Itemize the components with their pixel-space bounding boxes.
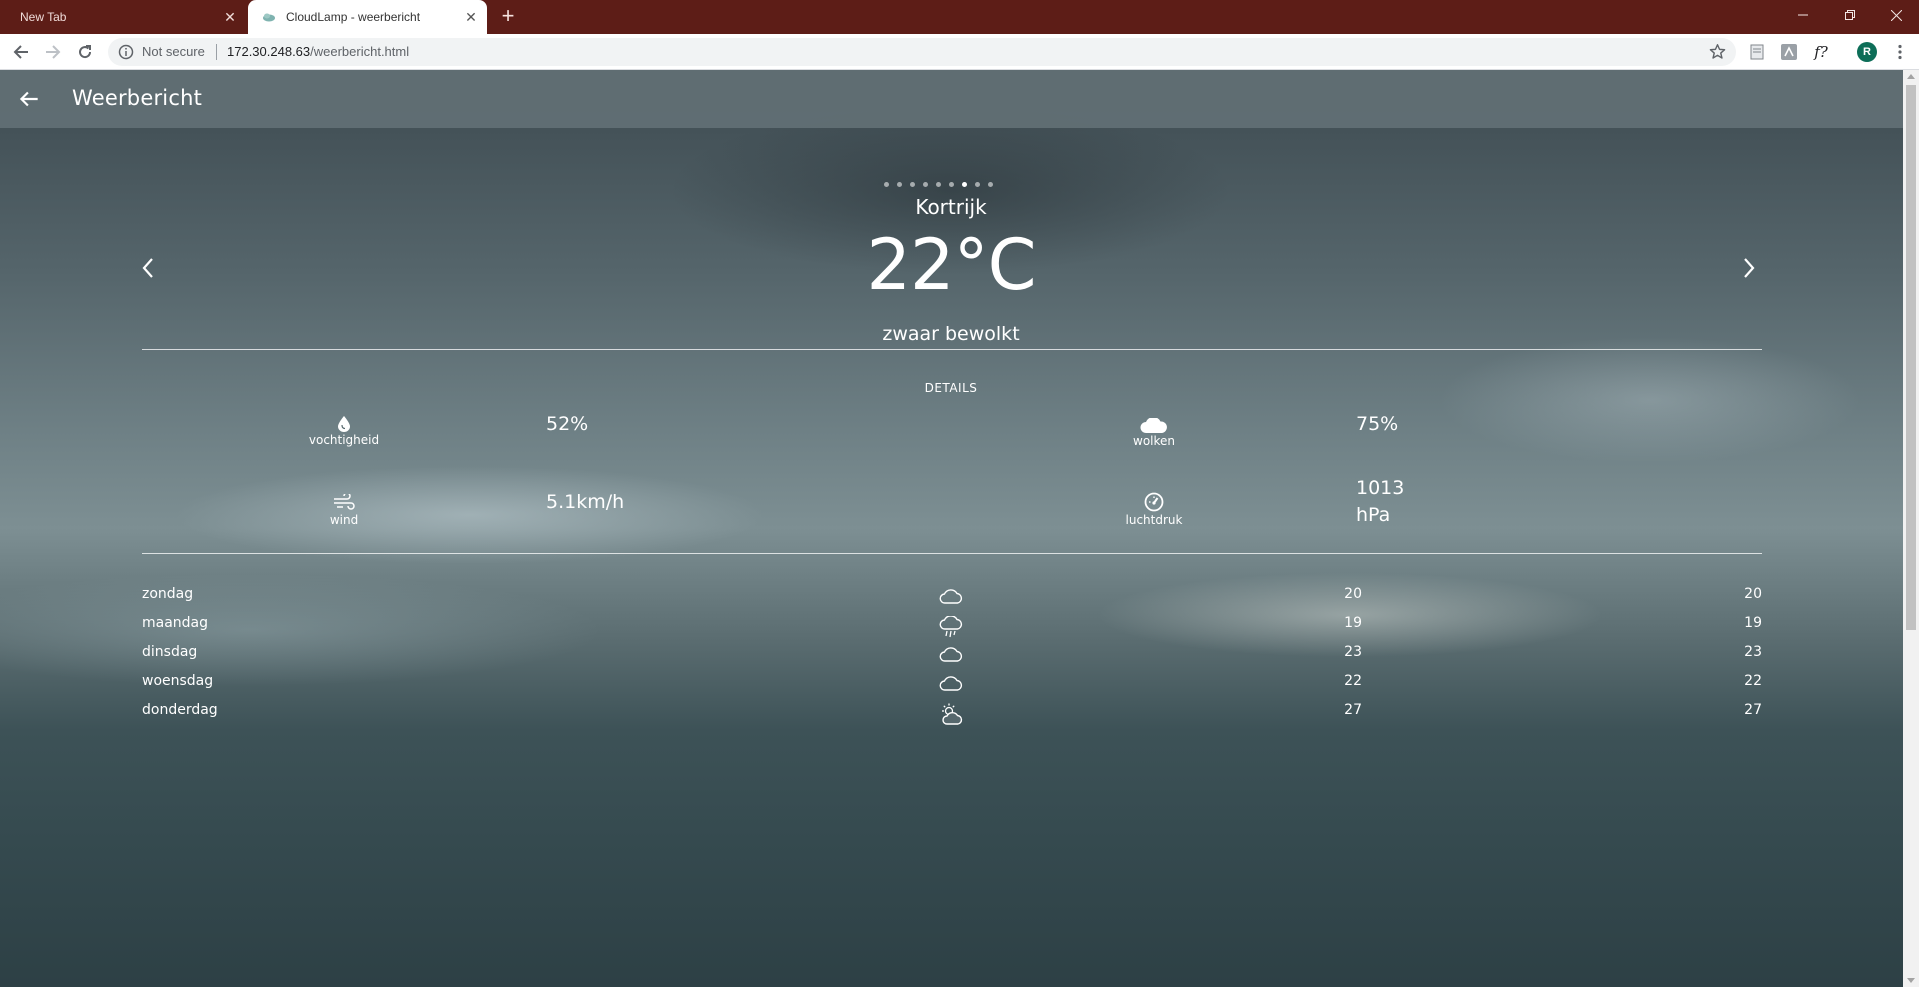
tab-close-icon[interactable]: ✕ (222, 9, 238, 25)
sun-behind-cloud-icon (939, 703, 963, 725)
divider (142, 553, 1762, 554)
info-icon[interactable] (118, 44, 134, 60)
cloud-icon (939, 587, 963, 609)
pressure-unit: hPa (1356, 504, 1391, 526)
carousel-dot[interactable] (975, 182, 980, 187)
wind-icon (334, 494, 355, 510)
tab-title: CloudLamp - weerbericht (286, 10, 421, 24)
carousel-dot[interactable] (936, 182, 941, 187)
forecast-min-temp: 23 (1344, 644, 1362, 660)
city-name: Kortrijk (915, 195, 987, 219)
carousel-dot[interactable] (897, 182, 902, 187)
restore-icon[interactable] (1827, 0, 1873, 30)
forecast-day: maandag (142, 615, 209, 631)
wind-label: wind (329, 513, 359, 527)
forecast-min-temp: 20 (1344, 586, 1362, 602)
rain-cloud-icon (939, 615, 963, 638)
minimize-icon[interactable] (1780, 0, 1826, 30)
water-drop-icon (338, 416, 350, 432)
gauge-icon (1144, 492, 1164, 512)
tab-new-tab[interactable]: New Tab ✕ (0, 0, 246, 34)
carousel-dot[interactable] (923, 182, 928, 187)
cloudlamp-favicon-icon (263, 13, 275, 22)
scroll-up-arrow-icon[interactable] (1907, 74, 1915, 79)
scroll-down-arrow-icon[interactable] (1907, 978, 1915, 983)
scrollbar-thumb[interactable] (1906, 85, 1916, 630)
pressure-label: luchtdruk (1125, 513, 1183, 527)
page-title: Weerbericht (72, 86, 203, 110)
pressure-number: 1013 (1356, 477, 1405, 499)
app-bar: Weerbericht (0, 70, 1903, 128)
next-city-chevron-icon[interactable] (1731, 250, 1767, 286)
forecast-day: donderdag (142, 702, 218, 718)
reload-icon[interactable] (73, 40, 97, 64)
address-bar[interactable]: Not secure 172.30.248.63/weerbericht.htm… (108, 38, 1736, 66)
forecast-min-temp: 27 (1344, 702, 1362, 718)
formula-icon[interactable]: f? (1812, 43, 1830, 61)
forecast-day: zondag (142, 586, 194, 602)
forecast-max-temp: 22 (1744, 673, 1762, 689)
clouds-value: 75% (1356, 413, 1399, 435)
document-icon[interactable] (1748, 43, 1766, 61)
forecast-max-temp: 27 (1744, 702, 1762, 718)
tab-cloudlamp[interactable]: CloudLamp - weerbericht ✕ (248, 0, 487, 34)
clouds-label: wolken (1133, 434, 1175, 448)
divider (142, 349, 1762, 350)
carousel-dot[interactable] (884, 182, 889, 187)
translate-icon[interactable] (1780, 43, 1798, 61)
new-tab-plus-icon[interactable]: + (496, 5, 520, 29)
url-text[interactable]: 172.30.248.63/weerbericht.html (227, 44, 409, 59)
forecast-day: dinsdag (142, 644, 198, 660)
weather-page: Weerbericht Kortrijk 22°C zwaar bewolkt … (0, 70, 1903, 987)
bookmark-star-icon[interactable] (1709, 43, 1726, 60)
details-heading: DETAILS (924, 381, 978, 395)
pressure-value: 1013 hPa (1356, 475, 1404, 529)
forward-arrow-icon[interactable] (41, 40, 65, 64)
forecast-max-temp: 19 (1744, 615, 1762, 631)
current-temperature: 22°C (866, 224, 1037, 306)
forecast-min-temp: 22 (1344, 673, 1362, 689)
tab-close-icon[interactable]: ✕ (463, 9, 479, 25)
cloud-icon (939, 674, 963, 696)
carousel-dot[interactable] (962, 182, 967, 187)
cloud-icon (939, 645, 963, 667)
forecast-max-temp: 23 (1744, 644, 1762, 660)
avatar[interactable]: R (1857, 42, 1877, 62)
more-menu-icon[interactable] (1890, 42, 1910, 62)
humidity-value: 52% (546, 413, 589, 435)
page-scrollbar[interactable] (1903, 70, 1919, 987)
forecast-day: woensdag (142, 673, 214, 689)
forecast-max-temp: 20 (1744, 586, 1762, 602)
weather-description: zwaar bewolkt (882, 323, 1020, 345)
tab-strip: New Tab ✕ CloudLamp - weerbericht ✕ + (0, 0, 1919, 34)
carousel-dot[interactable] (910, 182, 915, 187)
clouds-item: wolken (1084, 418, 1224, 448)
humidity-item: vochtigheid (274, 416, 414, 447)
carousel-dot[interactable] (949, 182, 954, 187)
back-arrow-icon[interactable] (9, 40, 33, 64)
tab-title: New Tab (20, 10, 67, 24)
url-host: 172.30.248.63 (227, 44, 311, 59)
carousel-dot[interactable] (988, 182, 993, 187)
wind-item: wind (274, 494, 414, 527)
previous-city-chevron-icon[interactable] (130, 250, 166, 286)
pressure-item: luchtdruk (1084, 492, 1224, 527)
security-label: Not secure (142, 44, 205, 59)
browser-toolbar: Not secure 172.30.248.63/weerbericht.htm… (0, 34, 1919, 70)
url-path: /weerbericht.html (310, 44, 410, 59)
wind-value: 5.1km/h (546, 491, 625, 513)
humidity-label: vochtigheid (308, 433, 380, 447)
cloud-icon (1140, 418, 1167, 433)
carousel-indicators (884, 182, 993, 190)
omnibox-divider (216, 44, 217, 60)
back-arrow-icon[interactable] (16, 86, 42, 112)
close-window-icon[interactable] (1873, 0, 1919, 30)
forecast-min-temp: 19 (1344, 615, 1362, 631)
